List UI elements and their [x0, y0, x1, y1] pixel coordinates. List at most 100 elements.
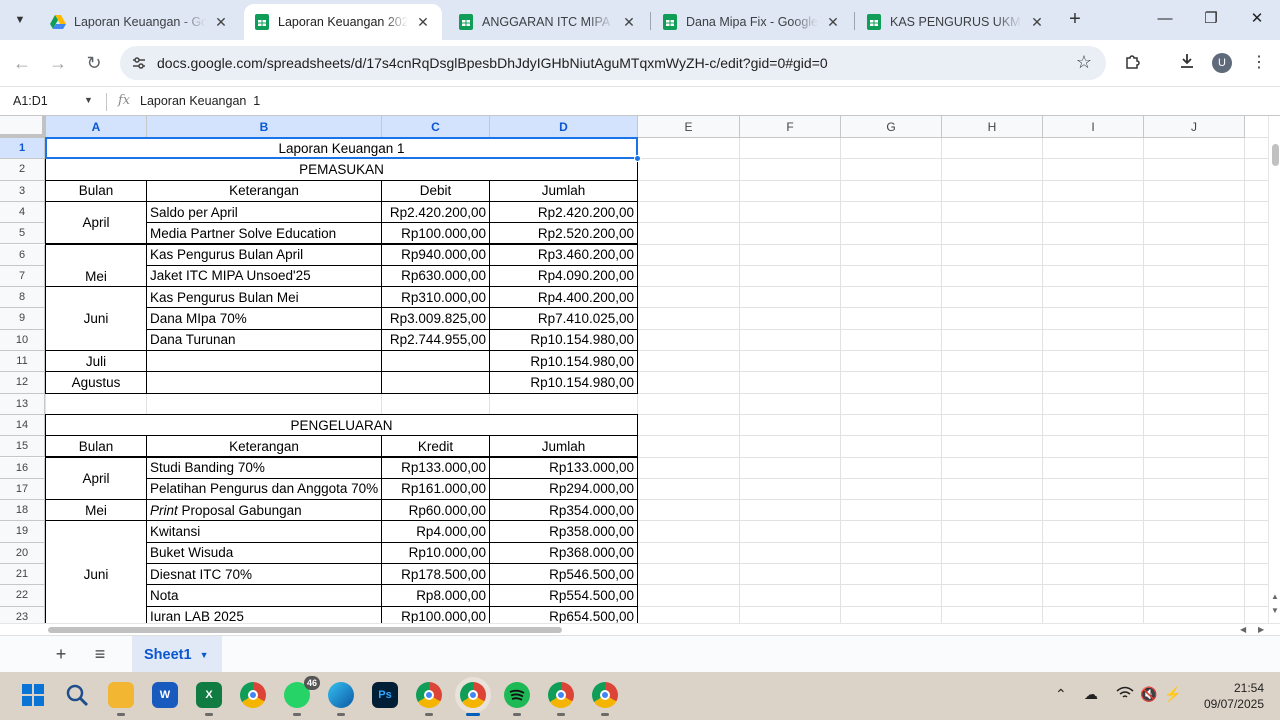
select-all-corner[interactable]: [0, 116, 46, 138]
description-cell[interactable]: [146, 371, 382, 394]
column-header-a[interactable]: A: [46, 116, 147, 138]
row-header-23[interactable]: 23: [0, 606, 45, 623]
chrome-profile-icon[interactable]: [416, 682, 442, 716]
credit-cell[interactable]: Rp8.000,00: [381, 584, 490, 607]
row-header-18[interactable]: 18: [0, 500, 45, 522]
start-icon[interactable]: [20, 682, 46, 708]
close-tab-icon[interactable]: ✕: [1028, 13, 1046, 31]
description-cell[interactable]: Pelatihan Pengurus dan Anggota 70%: [146, 477, 382, 501]
row-header-12[interactable]: 12: [0, 372, 45, 394]
extensions-icon[interactable]: [1122, 52, 1144, 74]
tab-search-chevron-icon[interactable]: ▼: [8, 8, 32, 32]
column-header-d[interactable]: D: [490, 116, 638, 138]
chrome-profile-icon[interactable]: [548, 682, 574, 716]
edge-icon[interactable]: [328, 682, 354, 716]
fill-handle[interactable]: [634, 155, 641, 163]
header-debit-cell[interactable]: Debit: [381, 179, 490, 202]
month-cell[interactable]: Juni: [45, 286, 147, 351]
close-tab-icon[interactable]: ✕: [824, 13, 842, 31]
new-tab-button[interactable]: +: [1064, 9, 1086, 31]
minimize-button[interactable]: —: [1154, 8, 1176, 30]
photoshop-icon[interactable]: Ps: [372, 682, 398, 708]
scroll-down-arrow[interactable]: ▼: [1271, 606, 1279, 615]
total-cell[interactable]: Rp10.154.980,00: [489, 350, 638, 373]
description-cell[interactable]: Media Partner Solve Education: [146, 222, 382, 245]
restore-button[interactable]: ❐: [1200, 8, 1222, 30]
debit-cell[interactable]: Rp2.420.200,00: [381, 200, 490, 224]
row-header-5[interactable]: 5: [0, 223, 45, 245]
total-cell[interactable]: Rp2.520.200,00: [489, 222, 638, 245]
column-header-b[interactable]: B: [147, 116, 382, 138]
total-cell[interactable]: Rp546.500,00: [489, 563, 638, 586]
row-header-10[interactable]: 10: [0, 329, 45, 351]
description-cell[interactable]: Studi Banding 70%: [146, 456, 382, 479]
description-cell[interactable]: Print Proposal Gabungan: [146, 499, 382, 522]
back-button[interactable]: ←: [11, 52, 33, 74]
row-header-19[interactable]: 19: [0, 521, 45, 543]
system-clock[interactable]: 21:54 09/07/2025: [1194, 680, 1264, 712]
month-cell[interactable]: April: [45, 200, 147, 245]
header-keterangan-cell[interactable]: Keterangan: [146, 179, 382, 202]
description-cell[interactable]: Buket Wisuda: [146, 541, 382, 564]
row-header-8[interactable]: 8: [0, 287, 45, 309]
tab-google-drive[interactable]: Laporan Keuangan - Google Drive ✕: [40, 4, 240, 40]
total-cell[interactable]: Rp7.410.025,00: [489, 307, 638, 330]
search-icon[interactable]: [64, 682, 90, 708]
total-cell[interactable]: Rp2.420.200,00: [489, 200, 638, 224]
row-header-6[interactable]: 6: [0, 244, 45, 266]
debit-cell[interactable]: Rp940.000,00: [381, 243, 490, 266]
formula-input[interactable]: Laporan Keuangan 1: [140, 94, 260, 108]
description-cell[interactable]: Nota: [146, 584, 382, 607]
horizontal-scroll-thumb[interactable]: [48, 627, 562, 633]
description-cell[interactable]: [146, 350, 382, 373]
name-box-dropdown-icon[interactable]: ▼: [84, 95, 93, 105]
row-header-9[interactable]: 9: [0, 308, 45, 330]
sheet-tab-sheet1[interactable]: Sheet1 ▼: [132, 636, 222, 673]
close-tab-icon[interactable]: ✕: [212, 13, 230, 31]
vertical-scroll-thumb[interactable]: [1272, 144, 1279, 166]
description-cell[interactable]: Kas Pengurus Bulan April: [146, 243, 382, 266]
column-header-h[interactable]: H: [942, 116, 1043, 138]
browser-menu-icon[interactable]: ⋮: [1248, 52, 1270, 74]
row-header-15[interactable]: 15: [0, 436, 45, 458]
credit-cell[interactable]: Rp10.000,00: [381, 541, 490, 564]
vertical-scrollbar[interactable]: ▲ ▼: [1268, 116, 1280, 636]
download-icon[interactable]: [1176, 52, 1198, 74]
column-header-g[interactable]: G: [841, 116, 942, 138]
debit-cell[interactable]: [381, 350, 490, 373]
row-header-20[interactable]: 20: [0, 542, 45, 564]
debit-cell[interactable]: [381, 371, 490, 394]
month-cell[interactable]: April: [45, 456, 147, 501]
name-box[interactable]: A1:D1: [13, 94, 48, 108]
chrome-profile-icon[interactable]: [460, 682, 486, 716]
total-cell[interactable]: Rp354.000,00: [489, 499, 638, 522]
scroll-up-arrow[interactable]: ▲: [1271, 592, 1279, 601]
chrome-profile-icon[interactable]: [592, 682, 618, 716]
row-header-11[interactable]: 11: [0, 351, 45, 373]
total-cell[interactable]: Rp4.400.200,00: [489, 286, 638, 309]
forward-button[interactable]: →: [47, 52, 69, 74]
month-cell[interactable]: Mei: [45, 243, 147, 288]
credit-cell[interactable]: Rp100.000,00: [381, 605, 490, 623]
word-icon[interactable]: W: [152, 682, 178, 708]
column-header-e[interactable]: E: [638, 116, 740, 138]
total-cell[interactable]: Rp554.500,00: [489, 584, 638, 607]
description-cell[interactable]: Dana MIpa 70%: [146, 307, 382, 330]
column-header-f[interactable]: F: [740, 116, 841, 138]
credit-cell[interactable]: Rp60.000,00: [381, 499, 490, 522]
header-jumlah-cell[interactable]: Jumlah: [489, 179, 638, 202]
debit-cell[interactable]: Rp2.744.955,00: [381, 328, 490, 351]
scroll-right-arrow[interactable]: ▶: [1258, 625, 1264, 634]
sheet-title-cell[interactable]: Laporan Keuangan 1: [45, 137, 638, 160]
row-header-2[interactable]: 2: [0, 159, 45, 181]
volume-muted-icon[interactable]: 🔇: [1140, 686, 1157, 703]
header-kredit-cell[interactable]: Kredit: [381, 435, 490, 458]
row-header-16[interactable]: 16: [0, 457, 45, 479]
debit-cell[interactable]: Rp310.000,00: [381, 286, 490, 309]
excel-icon[interactable]: X: [196, 682, 222, 716]
description-cell[interactable]: Saldo per April: [146, 200, 382, 224]
row-header-3[interactable]: 3: [0, 180, 45, 202]
row-header-22[interactable]: 22: [0, 585, 45, 607]
spreadsheet-grid[interactable]: A B C D E F G H I J 1 2 3 4 5 6 7 8 9 10 11 12 13 14 15 16 17 18 19 2…: [0, 116, 1268, 623]
add-sheet-button[interactable]: +: [50, 644, 72, 666]
